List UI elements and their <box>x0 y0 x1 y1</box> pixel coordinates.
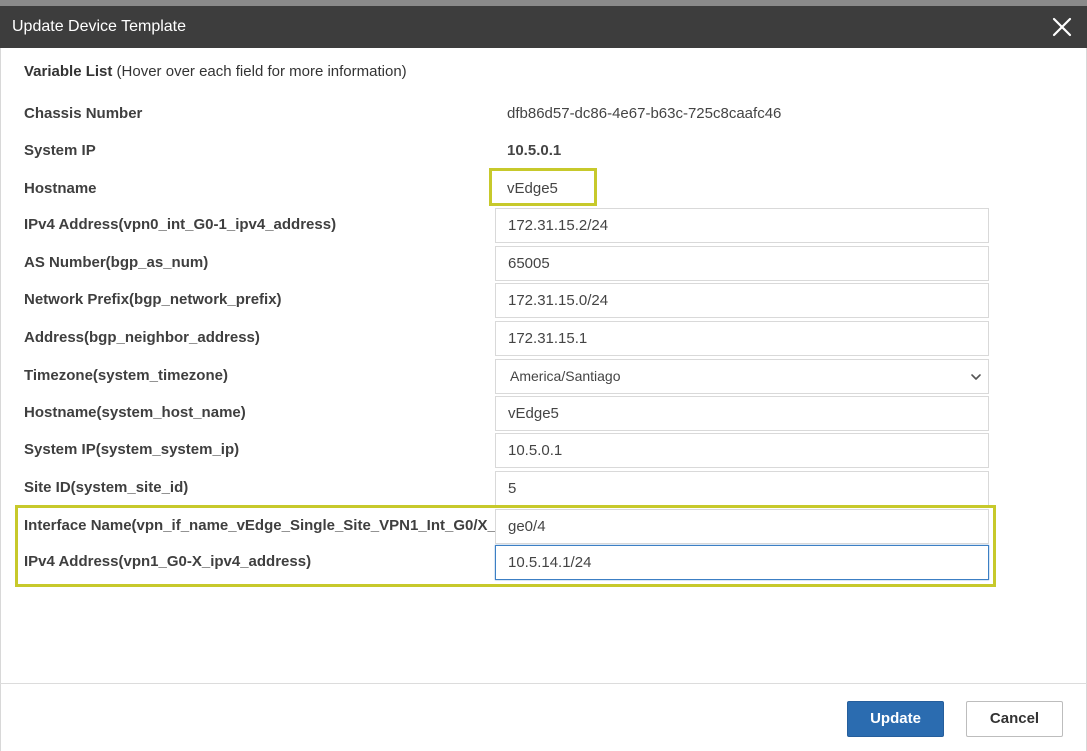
host-name-input[interactable]: vEdge5 <box>495 396 989 431</box>
chevron-down-icon <box>971 374 981 380</box>
hostname-highlight-box <box>489 168 597 206</box>
chassis-number-value: dfb86d57-dc86-4e67-b63c-725c8caafc46 <box>507 105 782 122</box>
field-label-site-id: Site ID(system_site_id) <box>24 479 189 496</box>
field-label-neighbor-address: Address(bgp_neighbor_address) <box>24 329 260 346</box>
timezone-selected-value: America/Santiago <box>510 368 621 384</box>
chassis-number-label: Chassis Number <box>24 105 143 122</box>
field-label-as-number: AS Number(bgp_as_num) <box>24 254 209 271</box>
timezone-select[interactable]: America/Santiago <box>495 359 989 394</box>
field-label-system-ip: System IP(system_system_ip) <box>24 441 240 458</box>
variable-list-hint: (Hover over each field for more informat… <box>116 63 407 80</box>
as-number-input[interactable]: 65005 <box>495 246 989 281</box>
system-ip-label: System IP <box>24 142 96 159</box>
system-ip-value: 10.5.0.1 <box>507 142 562 159</box>
variable-list-label: Variable List <box>24 63 113 80</box>
close-button[interactable] <box>1049 14 1075 40</box>
hostname-label: Hostname <box>24 180 97 197</box>
dialog-header: Update Device Template <box>0 6 1087 48</box>
interface-fields-highlight-box <box>15 505 996 587</box>
site-id-input[interactable]: 5 <box>495 471 989 506</box>
field-label-host-name: Hostname(system_host_name) <box>24 404 246 421</box>
field-label-network-prefix: Network Prefix(bgp_network_prefix) <box>24 291 282 308</box>
close-icon <box>1052 17 1072 37</box>
field-label-timezone: Timezone(system_timezone) <box>24 367 228 384</box>
vpn0-ipv4-input[interactable]: 172.31.15.2/24 <box>495 208 989 243</box>
cancel-button[interactable]: Cancel <box>966 701 1063 737</box>
dialog-title: Update Device Template <box>12 18 187 35</box>
variable-list-heading: Variable List (Hover over each field for… <box>24 63 407 81</box>
update-button[interactable]: Update <box>847 701 944 737</box>
system-ip-input[interactable]: 10.5.0.1 <box>495 433 989 468</box>
field-label-vpn0-ipv4: IPv4 Address(vpn0_int_G0-1_ipv4_address) <box>24 216 337 233</box>
network-prefix-input[interactable]: 172.31.15.0/24 <box>495 283 989 318</box>
neighbor-address-input[interactable]: 172.31.15.1 <box>495 321 989 356</box>
